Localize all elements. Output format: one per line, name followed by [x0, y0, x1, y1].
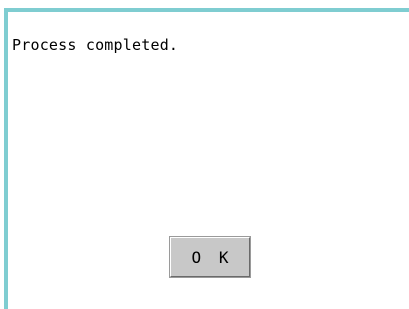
ok-button[interactable]: O K	[169, 236, 251, 278]
status-message: Process completed.	[12, 36, 179, 54]
ok-button-label: O K	[191, 247, 233, 267]
